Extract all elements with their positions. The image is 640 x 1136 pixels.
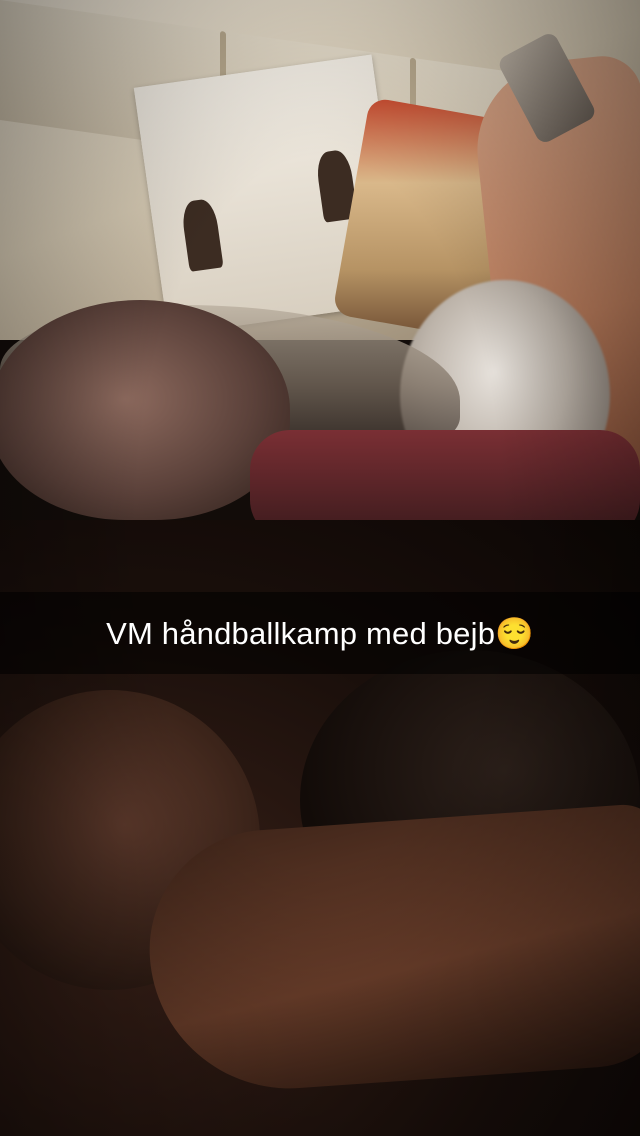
photo-arm: [141, 802, 640, 1098]
caption-bar[interactable]: VM håndballkamp med bejb😌: [0, 592, 640, 674]
caption-text: VM håndballkamp med bejb😌: [106, 615, 534, 651]
photo-face-top: [0, 300, 290, 520]
snap-photo-view[interactable]: VM håndballkamp med bejb😌: [0, 0, 640, 1136]
poster-figure: [180, 197, 224, 272]
